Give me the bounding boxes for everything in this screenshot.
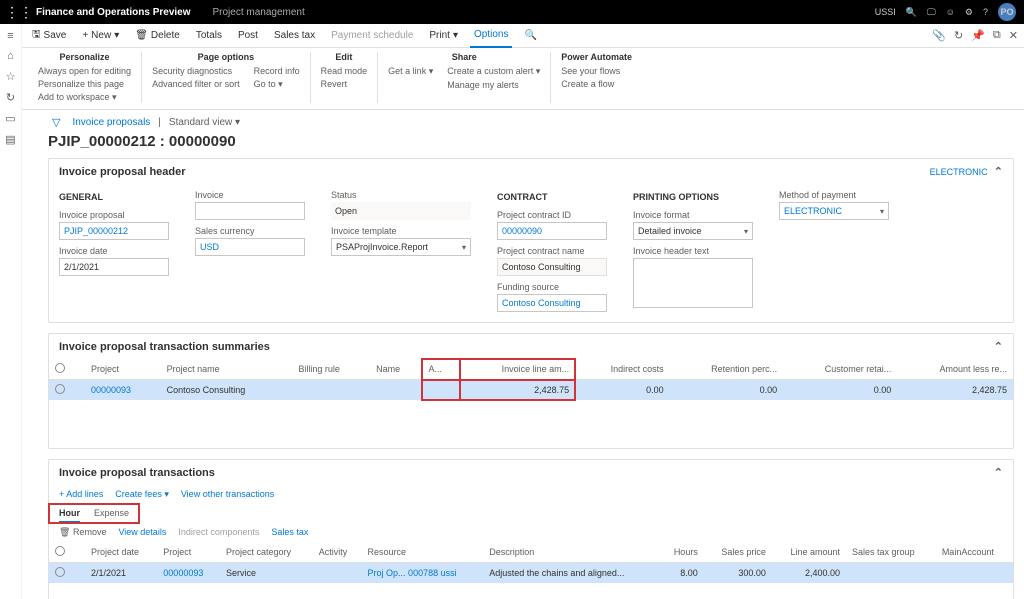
payment-schedule-button: Payment schedule	[327, 30, 417, 41]
smile-icon[interactable]: ☺	[946, 7, 955, 17]
post-button[interactable]: Post	[234, 30, 262, 41]
invoice-date-field[interactable]: 2/1/2021	[59, 258, 169, 276]
personalize-page[interactable]: Personalize this page	[38, 79, 131, 89]
module-title[interactable]: Project management	[203, 7, 315, 18]
electronic-link[interactable]: ELECTRONIC	[930, 167, 988, 177]
global-header: ⋮⋮⋮ Finance and Operations Preview Proje…	[0, 0, 1024, 24]
ribbon-group-share: Share Get a link ▾ Create a custom alert…	[378, 52, 551, 103]
invoice-format-select[interactable]: Detailed invoice	[633, 222, 753, 240]
method-of-payment-select[interactable]: ELECTRONIC	[779, 202, 889, 220]
always-open-editing[interactable]: Always open for editing	[38, 66, 131, 76]
invoice-header-text[interactable]	[633, 258, 753, 308]
ribbon-group-personalize: Personalize Always open for editing Pers…	[28, 52, 142, 103]
section-title: Invoice proposal header	[59, 166, 186, 178]
page-title: PJIP_00000212 : 00000090	[48, 133, 1014, 150]
create-a-flow[interactable]: Create a flow	[561, 79, 632, 89]
view-selector[interactable]: Standard view ▾	[169, 117, 240, 128]
refresh-icon[interactable]: ↻	[954, 29, 963, 42]
popout-icon[interactable]: ⧉	[993, 29, 1001, 42]
waffle-icon[interactable]: ⋮⋮⋮	[0, 0, 24, 24]
chevron-up-icon[interactable]: ⌃	[994, 466, 1003, 479]
search-cmd-icon[interactable]: 🔍	[520, 30, 540, 41]
invoice-proposal-field[interactable]: PJIP_00000212	[59, 222, 169, 240]
ribbon-group-edit: Edit Read mode Revert	[311, 52, 379, 103]
record-info[interactable]: Record info	[254, 66, 300, 76]
home-icon[interactable]: ⌂	[7, 50, 14, 62]
attach-icon[interactable]: 📎	[932, 29, 946, 42]
add-lines-button[interactable]: + Add lines	[59, 489, 103, 500]
table-row[interactable]: 00000093 Contoso Consulting 2,428.75 0.0…	[49, 380, 1013, 401]
transactions-grid: Project date Project Project category Ac…	[49, 542, 1013, 583]
monitor-icon[interactable]: 🖵	[927, 7, 936, 18]
new-button[interactable]: + New ▾	[78, 30, 123, 41]
breadcrumb: ▽ Invoice proposals | Standard view ▾	[48, 114, 1014, 131]
tab-hour[interactable]: Hour	[59, 508, 80, 523]
view-other-transactions[interactable]: View other transactions	[181, 489, 274, 500]
star-icon[interactable]: ☆	[6, 70, 16, 83]
go-to[interactable]: Go to ▾	[254, 79, 300, 90]
view-details-button[interactable]: View details	[118, 527, 166, 538]
ribbon-group-page-options: Page options Security diagnostics Advanc…	[142, 52, 311, 103]
get-a-link[interactable]: Get a link ▾	[388, 66, 433, 77]
advanced-filter[interactable]: Advanced filter or sort	[152, 79, 240, 89]
totals-button[interactable]: Totals	[192, 30, 226, 41]
menu-icon[interactable]: ≡	[7, 30, 13, 42]
section-transaction-summaries: Invoice proposal transaction summaries⌃ …	[48, 333, 1014, 449]
project-contract-name-field: Contoso Consulting	[497, 258, 607, 276]
left-navbar: ≡ ⌂ ☆ ↻ ▭ ▤	[0, 24, 22, 599]
print-button[interactable]: Print ▾	[425, 30, 462, 41]
project-contract-id-field[interactable]: 00000090	[497, 222, 607, 240]
tab-expense[interactable]: Expense	[94, 508, 129, 523]
remove-button[interactable]: 🗑 Remove	[59, 527, 106, 538]
history-icon[interactable]: ↻	[6, 91, 15, 104]
ribbon-group-power-automate: Power Automate See your flows Create a f…	[551, 52, 642, 103]
search-icon[interactable]: 🔍	[906, 7, 917, 18]
options-tab[interactable]: Options	[470, 24, 512, 48]
filter-icon[interactable]: ▽	[48, 114, 64, 131]
select-all-radio[interactable]	[55, 546, 65, 556]
section-invoice-proposal-transactions: Invoice proposal transactions⌃ + Add lin…	[48, 459, 1014, 599]
sales-tax-link[interactable]: Sales tax	[271, 527, 308, 538]
invoice-field[interactable]	[195, 202, 305, 220]
command-bar: 🖫 Save + New ▾ 🗑 Delete Totals Post Sale…	[22, 24, 1024, 48]
brand-title: Finance and Operations Preview	[24, 7, 203, 18]
ribbon-collapse-icon[interactable]: ⌃	[1001, 110, 1010, 111]
status-field: Open	[331, 202, 471, 220]
create-fees-button[interactable]: Create fees ▾	[115, 489, 169, 500]
chevron-up-icon[interactable]: ⌃	[994, 166, 1003, 178]
add-to-workspace[interactable]: Add to workspace ▾	[38, 92, 131, 103]
company-code[interactable]: USSI	[875, 7, 896, 17]
invoice-template-select[interactable]: PSAProjInvoice.Report	[331, 238, 471, 256]
security-diagnostics[interactable]: Security diagnostics	[152, 66, 240, 76]
save-button[interactable]: 🖫 Save	[28, 27, 70, 44]
indirect-components: Indirect components	[178, 527, 259, 538]
close-icon[interactable]: ✕	[1009, 29, 1018, 42]
table-row[interactable]: 2/1/2021 00000093 Service Proj Op... 000…	[49, 563, 1013, 584]
workspace-icon[interactable]: ▭	[5, 112, 15, 125]
summary-grid: Project Project name Billing rule Name A…	[49, 359, 1013, 400]
read-mode[interactable]: Read mode	[321, 66, 368, 76]
chevron-up-icon[interactable]: ⌃	[994, 340, 1003, 353]
module-icon[interactable]: ▤	[5, 133, 15, 146]
breadcrumb-invoice-proposals[interactable]: Invoice proposals	[72, 117, 150, 128]
options-ribbon: Personalize Always open for editing Pers…	[22, 48, 1024, 110]
help-icon[interactable]: ?	[983, 7, 988, 17]
avatar[interactable]: PO	[998, 3, 1016, 21]
select-all-radio[interactable]	[55, 363, 65, 373]
sales-currency-field[interactable]: USD	[195, 238, 305, 256]
gear-icon[interactable]: ⚙	[965, 7, 973, 18]
revert[interactable]: Revert	[321, 79, 368, 89]
manage-my-alerts[interactable]: Manage my alerts	[447, 80, 540, 90]
section-invoice-proposal-header: Invoice proposal header ELECTRONIC ⌃ GEN…	[48, 158, 1014, 323]
delete-button[interactable]: 🗑 Delete	[131, 30, 184, 41]
funding-source-field[interactable]: Contoso Consulting	[497, 294, 607, 312]
see-your-flows[interactable]: See your flows	[561, 66, 632, 76]
create-custom-alert[interactable]: Create a custom alert ▾	[447, 66, 540, 77]
salestax-button[interactable]: Sales tax	[270, 30, 319, 41]
pin-icon[interactable]: 📌	[971, 29, 985, 42]
